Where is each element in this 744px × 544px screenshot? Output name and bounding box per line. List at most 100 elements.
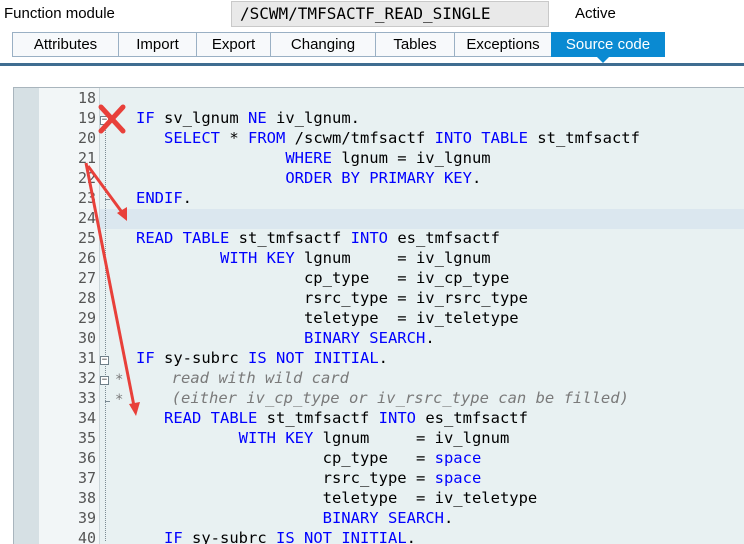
code-line[interactable]: WHERE lgnum = iv_lgnum bbox=[136, 148, 491, 168]
line-number: 32 bbox=[77, 369, 96, 387]
code-text: cp_type = iv_cp_type bbox=[136, 269, 510, 287]
code-text: lgnum = iv_lgnum bbox=[331, 149, 491, 167]
code-keyword: ORDER BY PRIMARY KEY bbox=[285, 169, 472, 187]
code-line[interactable]: IF sy-subrc IS NOT INITIAL. bbox=[136, 348, 388, 368]
line-number: 20 bbox=[77, 129, 96, 147]
code-text: st_tmfsactf bbox=[527, 129, 640, 147]
fold-collapse-icon[interactable]: − bbox=[100, 116, 109, 125]
code-text: . bbox=[182, 189, 193, 207]
line-number: 18 bbox=[77, 89, 96, 107]
code-keyword: READ TABLE bbox=[136, 229, 230, 247]
line-number: 23 bbox=[77, 189, 96, 207]
line-number: 36 bbox=[77, 449, 96, 467]
code-text: . bbox=[443, 509, 454, 527]
tab-tables[interactable]: Tables bbox=[375, 32, 455, 57]
code-keyword: WHERE bbox=[285, 149, 332, 167]
code-text: teletype = iv_teletype bbox=[136, 309, 519, 327]
line-number: 38 bbox=[77, 489, 96, 507]
line-number: 37 bbox=[77, 469, 96, 487]
line-number: 28 bbox=[77, 289, 96, 307]
code-line[interactable]: ENDIF. bbox=[136, 188, 192, 208]
code-keyword: INTO bbox=[378, 409, 416, 427]
code-text: . bbox=[425, 329, 435, 347]
code-line[interactable]: (either iv_cp_type or iv_rsrc_type can b… bbox=[125, 388, 629, 408]
code-keyword: BINARY SEARCH bbox=[303, 329, 426, 347]
tab-underline bbox=[0, 63, 744, 66]
code-line[interactable]: rsrc_type = iv_rsrc_type bbox=[136, 288, 528, 308]
activation-status: Active bbox=[575, 5, 616, 22]
tab-source-code[interactable]: Source code bbox=[551, 32, 665, 57]
code-line[interactable]: teletype = iv_teletype bbox=[136, 488, 538, 508]
code-comment: read with wild card bbox=[125, 369, 349, 387]
code-line[interactable]: BINARY SEARCH. bbox=[136, 328, 435, 348]
code-line[interactable]: IF sv_lgnum NE iv_lgnum. bbox=[136, 108, 360, 128]
tab-strip: Attributes Import Export Changing Tables… bbox=[12, 32, 665, 57]
code-text: . bbox=[378, 349, 388, 367]
code-line[interactable]: BINARY SEARCH. bbox=[136, 508, 454, 528]
code-text: sy-subrc bbox=[154, 349, 248, 367]
editor-left-gutter bbox=[14, 88, 39, 544]
line-number: 26 bbox=[77, 249, 96, 267]
line-number: 21 bbox=[77, 149, 96, 167]
code-keyword: BINARY SEARCH bbox=[322, 509, 444, 527]
code-keyword: IS NOT INITIAL bbox=[276, 529, 407, 544]
code-line[interactable]: READ TABLE st_tmfsactf INTO es_tmfsactf bbox=[136, 228, 500, 248]
code-line[interactable]: READ TABLE st_tmfsactf INTO es_tmfsactf bbox=[136, 408, 528, 428]
code-line[interactable]: IF sy-subrc IS NOT INITIAL. bbox=[136, 528, 416, 544]
tab-import[interactable]: Import bbox=[118, 32, 197, 57]
code-keyword: WITH KEY bbox=[238, 429, 314, 447]
line-number: 39 bbox=[77, 509, 96, 527]
fold-end-tick bbox=[105, 401, 110, 402]
fold-collapse-icon[interactable]: − bbox=[100, 356, 109, 365]
code-text: sy-subrc bbox=[182, 529, 276, 544]
line-number: 27 bbox=[77, 269, 96, 287]
source-code-editor[interactable]: − − − * * 18 19 IF sv_lgnum NE iv_lgnum. 20… bbox=[13, 87, 744, 544]
function-module-name-field[interactable]: /SCWM/TMFSACTF_READ_SINGLE bbox=[231, 1, 549, 27]
code-text: es_tmfsactf bbox=[387, 229, 500, 247]
code-line[interactable]: SELECT * FROM /scwm/tmfsactf INTO TABLE … bbox=[136, 128, 640, 148]
code-keyword: INTO bbox=[350, 229, 388, 247]
code-keyword: INTO TABLE bbox=[434, 129, 528, 147]
tab-changing[interactable]: Changing bbox=[270, 32, 376, 57]
tab-exceptions[interactable]: Exceptions bbox=[454, 32, 552, 57]
code-line[interactable]: cp_type = space bbox=[136, 448, 482, 468]
code-line[interactable]: rsrc_type = space bbox=[136, 468, 482, 488]
code-text: es_tmfsactf bbox=[415, 409, 528, 427]
code-keyword: FROM bbox=[248, 129, 286, 147]
tab-attributes[interactable]: Attributes bbox=[12, 32, 119, 57]
fold-collapse-icon[interactable]: − bbox=[100, 376, 109, 385]
line-number: 25 bbox=[77, 229, 96, 247]
line-number: 35 bbox=[77, 429, 96, 447]
code-line[interactable]: WITH KEY lgnum = iv_lgnum bbox=[136, 248, 491, 268]
comment-marker: * bbox=[115, 392, 124, 408]
code-line[interactable]: ORDER BY PRIMARY KEY. bbox=[136, 168, 481, 188]
code-line[interactable]: read with wild card bbox=[125, 368, 349, 388]
code-line[interactable]: teletype = iv_teletype bbox=[136, 308, 519, 328]
code-text: * bbox=[220, 129, 248, 147]
code-line[interactable]: WITH KEY lgnum = iv_lgnum bbox=[136, 428, 510, 448]
code-text: rsrc_type = bbox=[136, 469, 435, 487]
code-keyword: ENDIF bbox=[136, 189, 183, 207]
code-text: . bbox=[471, 169, 482, 187]
code-keyword: IS NOT INITIAL bbox=[248, 349, 379, 367]
fold-guide-line bbox=[105, 121, 106, 541]
code-line[interactable]: cp_type = iv_cp_type bbox=[136, 268, 509, 288]
code-text: cp_type = bbox=[136, 449, 435, 467]
function-module-header: Function module /SCWM/TMFSACTF_READ_SING… bbox=[0, 0, 744, 30]
line-number: 31 bbox=[77, 349, 96, 367]
code-text: st_tmfsactf bbox=[257, 409, 379, 427]
tab-export[interactable]: Export bbox=[196, 32, 271, 57]
code-text: iv_lgnum. bbox=[266, 109, 360, 127]
code-text: teletype = iv_teletype bbox=[136, 489, 538, 507]
line-number: 29 bbox=[77, 309, 96, 327]
line-number: 34 bbox=[77, 409, 96, 427]
fold-end-tick bbox=[105, 199, 110, 200]
code-text: lgnum = iv_lgnum bbox=[313, 429, 510, 447]
code-text: sv_lgnum bbox=[154, 109, 248, 127]
